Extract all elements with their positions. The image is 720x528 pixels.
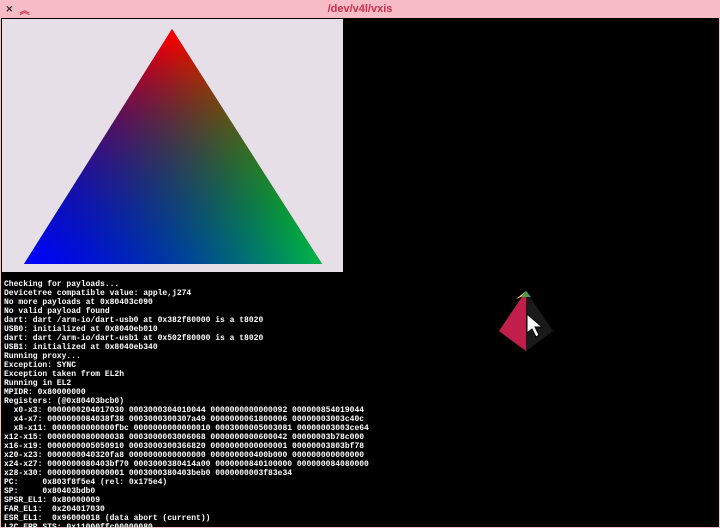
window-titlebar[interactable]: ✕ ︽ /dev/v4l/vxis bbox=[0, 0, 720, 18]
mouse-cursor-icon bbox=[526, 313, 544, 339]
opengl-viewport bbox=[2, 19, 343, 272]
window-title: /dev/v4l/vxis bbox=[0, 3, 720, 15]
rollup-icon[interactable]: ︽ bbox=[19, 2, 31, 17]
boot-console: Checking for payloads... Devicetree comp… bbox=[4, 280, 719, 527]
rgb-triangle-icon bbox=[2, 19, 343, 272]
window-content: Checking for payloads... Devicetree comp… bbox=[0, 18, 720, 528]
close-icon[interactable]: ✕ bbox=[4, 2, 15, 16]
